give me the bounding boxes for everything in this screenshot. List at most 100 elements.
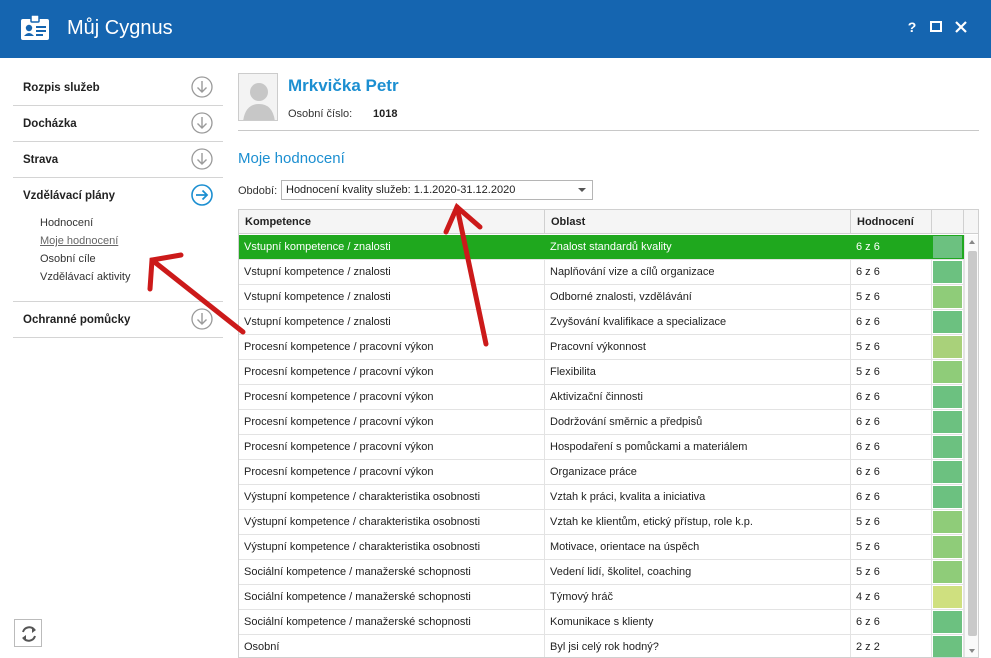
sidebar-item-label: Ochranné pomůcky	[23, 314, 131, 326]
submenu-item-hodnoceni[interactable]: Hodnocení	[40, 214, 130, 232]
table-row[interactable]: Osobní Byl jsi celý rok hodný? 2 z 2	[239, 635, 964, 657]
maximize-icon	[930, 21, 942, 32]
cell-kompetence: Sociální kompetence / manažerské schopno…	[239, 610, 545, 634]
arrow-down-circle-icon[interactable]	[191, 112, 213, 134]
cell-kompetence: Vstupní kompetence / znalosti	[239, 310, 545, 334]
table-row[interactable]: Sociální kompetence / manažerské schopno…	[239, 560, 964, 585]
cell-oblast: Organizace práce	[545, 460, 851, 484]
column-header-hodnoceni[interactable]: Hodnocení	[851, 210, 932, 234]
column-header-kompetence[interactable]: Kompetence	[239, 210, 545, 234]
period-label: Období:	[238, 185, 278, 197]
submenu: Hodnocení Moje hodnocení Osobní cíle Vzd…	[13, 212, 130, 286]
table-row[interactable]: Vstupní kompetence / znalosti Zvyšování k…	[239, 310, 964, 335]
employee-number-label: Osobní číslo:	[288, 108, 353, 120]
cell-hodnoceni: 5 z 6	[851, 335, 932, 359]
table-row[interactable]: Procesní kompetence / pracovní výkon Flex…	[239, 360, 964, 385]
sidebar-item-strava[interactable]: Strava	[13, 142, 223, 178]
cell-oblast: Byl jsi celý rok hodný?	[545, 635, 851, 657]
cell-hodnoceni: 6 z 6	[851, 260, 932, 284]
table-row[interactable]: Vstupní kompetence / znalosti Znalost sta…	[239, 235, 964, 260]
app-title: Můj Cygnus	[67, 17, 173, 39]
cell-kompetence: Procesní kompetence / pracovní výkon	[239, 460, 545, 484]
cell-hodnoceni: 2 z 2	[851, 635, 932, 657]
cell-kompetence: Vstupní kompetence / znalosti	[239, 260, 545, 284]
table-row[interactable]: Procesní kompetence / pracovní výkon Orga…	[239, 460, 964, 485]
table-row[interactable]: Procesní kompetence / pracovní výkon Prac…	[239, 335, 964, 360]
close-icon	[955, 21, 967, 33]
cell-color	[932, 635, 964, 657]
cell-color	[932, 510, 964, 534]
close-button[interactable]	[953, 19, 969, 35]
sidebar-item-label: Strava	[23, 154, 59, 166]
avatar	[238, 73, 278, 121]
table-row[interactable]: Procesní kompetence / pracovní výkon Akti…	[239, 385, 964, 410]
submenu-item-moje-hodnoceni[interactable]: Moje hodnocení	[40, 232, 130, 250]
cell-kompetence: Procesní kompetence / pracovní výkon	[239, 410, 545, 434]
arrow-down-circle-icon[interactable]	[191, 148, 213, 170]
cell-color	[932, 385, 964, 409]
cell-color	[932, 260, 964, 284]
arrow-down-circle-icon[interactable]	[191, 308, 213, 330]
refresh-button[interactable]	[14, 619, 42, 647]
vertical-scrollbar[interactable]	[964, 235, 978, 657]
cell-kompetence: Sociální kompetence / manažerské schopno…	[239, 585, 545, 609]
sidebar-item-label: Rozpis služeb	[23, 82, 100, 94]
period-select[interactable]: Hodnocení kvality služeb: 1.1.2020-31.12…	[281, 180, 593, 200]
cell-oblast: Vztah k práci, kvalita a iniciativa	[545, 485, 851, 509]
table-row[interactable]: Vstupní kompetence / znalosti Naplňování …	[239, 260, 964, 285]
scroll-down-icon[interactable]	[969, 649, 975, 653]
rating-color-swatch	[933, 311, 962, 333]
cell-hodnoceni: 4 z 6	[851, 585, 932, 609]
cell-color	[932, 410, 964, 434]
cell-hodnoceni: 5 z 6	[851, 285, 932, 309]
help-button[interactable]: ?	[904, 19, 920, 35]
sidebar-item-vzdelavaci-plany[interactable]: Vzdělávací plány Hodnocení Moje hodnocen…	[13, 178, 223, 302]
cell-oblast: Znalost standardů kvality	[545, 235, 851, 259]
sidebar-item-ochranne-pomucky[interactable]: Ochranné pomůcky	[13, 302, 223, 338]
cell-color	[932, 560, 964, 584]
cell-kompetence: Výstupní kompetence / charakteristika os…	[239, 485, 545, 509]
rating-color-swatch	[933, 461, 962, 483]
cell-kompetence: Procesní kompetence / pracovní výkon	[239, 335, 545, 359]
rating-color-swatch	[933, 261, 962, 283]
column-header-oblast[interactable]: Oblast	[545, 210, 851, 234]
maximize-button[interactable]	[928, 19, 944, 35]
grid-header: Kompetence Oblast Hodnocení	[239, 210, 978, 234]
cell-oblast: Odborné znalosti, vzdělávání	[545, 285, 851, 309]
cell-hodnoceni: 6 z 6	[851, 310, 932, 334]
table-row[interactable]: Sociální kompetence / manažerské schopno…	[239, 585, 964, 610]
arrow-down-circle-icon[interactable]	[191, 76, 213, 98]
user-silhouette-icon	[239, 74, 277, 120]
arrow-right-circle-icon[interactable]	[191, 184, 213, 206]
scroll-thumb[interactable]	[968, 251, 977, 636]
table-row[interactable]: Sociální kompetence / manažerské schopno…	[239, 610, 964, 635]
cell-oblast: Flexibilita	[545, 360, 851, 384]
cell-kompetence: Procesní kompetence / pracovní výkon	[239, 360, 545, 384]
rating-color-swatch	[933, 386, 962, 408]
employee-number-value: 1018	[373, 108, 398, 120]
table-row[interactable]: Procesní kompetence / pracovní výkon Hosp…	[239, 435, 964, 460]
column-header-color[interactable]	[932, 210, 964, 234]
cell-hodnoceni: 6 z 6	[851, 410, 932, 434]
scroll-up-icon[interactable]	[969, 240, 975, 244]
rating-color-swatch	[933, 561, 962, 583]
sidebar-item-rozpis-sluzeb[interactable]: Rozpis služeb	[13, 70, 223, 106]
table-row[interactable]: Procesní kompetence / pracovní výkon Dodr…	[239, 410, 964, 435]
cell-color	[932, 235, 964, 259]
submenu-item-osobni-cile[interactable]: Osobní cíle	[40, 250, 130, 268]
cell-color	[932, 485, 964, 509]
cell-color	[932, 335, 964, 359]
table-row[interactable]: Výstupní kompetence / charakteristika os…	[239, 510, 964, 535]
submenu-item-vzdelavaci-aktivity[interactable]: Vzdělávací aktivity	[40, 268, 130, 286]
sidebar-item-dochazka[interactable]: Docházka	[13, 106, 223, 142]
rating-color-swatch	[933, 336, 962, 358]
cell-color	[932, 460, 964, 484]
table-row[interactable]: Výstupní kompetence / charakteristika os…	[239, 535, 964, 560]
rating-color-swatch	[933, 286, 962, 308]
cell-hodnoceni: 6 z 6	[851, 610, 932, 634]
rating-color-swatch	[933, 536, 962, 558]
sidebar-item-label: Docházka	[23, 118, 77, 130]
table-row[interactable]: Vstupní kompetence / znalosti Odborné zna…	[239, 285, 964, 310]
cell-color	[932, 310, 964, 334]
table-row[interactable]: Výstupní kompetence / charakteristika os…	[239, 485, 964, 510]
